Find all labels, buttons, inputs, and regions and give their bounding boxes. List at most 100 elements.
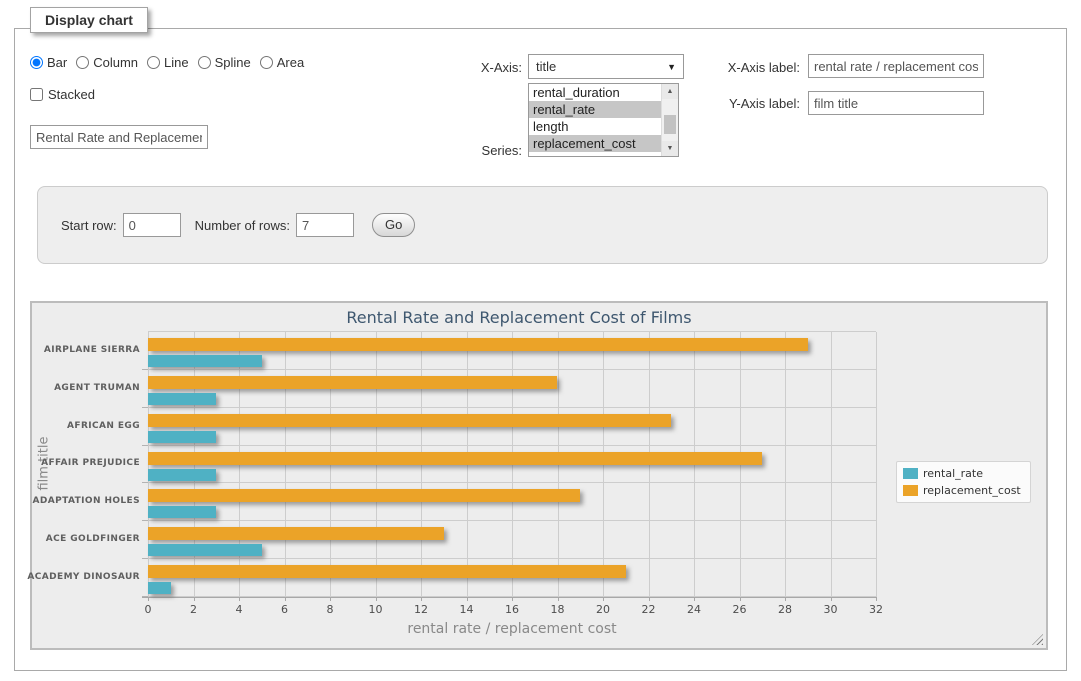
x-tick-mark bbox=[421, 597, 422, 601]
category-label: ADAPTATION HOLES bbox=[42, 482, 140, 520]
row-range-controls: Start row: Number of rows: Go bbox=[61, 213, 415, 237]
scroll-up-icon[interactable]: ▲ bbox=[662, 84, 678, 99]
x-tick-mark bbox=[194, 597, 195, 601]
go-button[interactable]: Go bbox=[372, 213, 415, 237]
legend-item-replacement_cost[interactable]: replacement_cost bbox=[903, 484, 1021, 497]
category-label: ACE GOLDFINGER bbox=[42, 520, 140, 558]
x-axis-line bbox=[142, 597, 876, 598]
legend-label: rental_rate bbox=[923, 467, 983, 480]
chart-type-radio-column[interactable] bbox=[76, 56, 89, 69]
x-tick-mark bbox=[285, 597, 286, 601]
x-tick-mark bbox=[831, 597, 832, 601]
row-range-panel: Start row: Number of rows: Go bbox=[37, 186, 1048, 264]
x-tick-label: 20 bbox=[596, 603, 610, 616]
series-option-length[interactable]: length bbox=[529, 118, 661, 135]
chevron-down-icon: ▼ bbox=[667, 62, 676, 72]
chart-type-radio-label: Line bbox=[164, 55, 189, 70]
x-tick-label: 22 bbox=[642, 603, 656, 616]
fieldset-legend: Display chart bbox=[30, 7, 148, 33]
category-label: AFFAIR PREJUDICE bbox=[42, 445, 140, 483]
stacked-checkbox[interactable] bbox=[30, 88, 43, 101]
chart-type-option-bar[interactable]: Bar bbox=[30, 55, 67, 70]
bar-replacement_cost bbox=[148, 414, 671, 427]
x-tick-mark bbox=[376, 597, 377, 601]
stacked-checkbox-row: Stacked bbox=[30, 87, 95, 102]
bar-replacement_cost bbox=[148, 338, 808, 351]
resize-handle-icon[interactable] bbox=[1032, 634, 1043, 645]
series-select-label: Series: bbox=[458, 143, 522, 158]
category-label: AFRICAN EGG bbox=[42, 407, 140, 445]
series-option-replacement_cost[interactable]: replacement_cost bbox=[529, 135, 661, 152]
listbox-scrollbar[interactable]: ▲ ▼ bbox=[661, 84, 678, 156]
x-tick-label: 30 bbox=[824, 603, 838, 616]
chart-type-radio-line[interactable] bbox=[147, 56, 160, 69]
x-tick-label: 4 bbox=[236, 603, 243, 616]
legend-label: replacement_cost bbox=[923, 484, 1021, 497]
category-row bbox=[148, 408, 876, 446]
x-tick-label: 0 bbox=[145, 603, 152, 616]
x-tick-mark bbox=[330, 597, 331, 601]
num-rows-input[interactable] bbox=[296, 213, 354, 237]
x-tick-mark bbox=[148, 597, 149, 601]
chart-title: Rental Rate and Replacement Cost of Film… bbox=[32, 308, 1006, 327]
scrollbar-track[interactable] bbox=[662, 99, 678, 141]
chart-type-radio-label: Bar bbox=[47, 55, 67, 70]
x-axis-select-label: X-Axis: bbox=[458, 60, 522, 75]
scroll-down-icon[interactable]: ▼ bbox=[662, 141, 678, 156]
scrollbar-thumb[interactable] bbox=[664, 115, 676, 134]
chart-legend: rental_rate replacement_cost bbox=[896, 461, 1031, 503]
bar-rental_rate bbox=[148, 431, 216, 443]
chart-type-radio-bar[interactable] bbox=[30, 56, 43, 69]
chart-title-input[interactable] bbox=[30, 125, 208, 149]
bar-replacement_cost bbox=[148, 452, 762, 465]
chart-type-radio-area[interactable] bbox=[260, 56, 273, 69]
bar-rental_rate bbox=[148, 582, 171, 594]
bar-replacement_cost bbox=[148, 376, 557, 389]
legend-item-rental_rate[interactable]: rental_rate bbox=[903, 467, 1021, 480]
x-tick-label: 14 bbox=[460, 603, 474, 616]
bar-rental_rate bbox=[148, 355, 262, 367]
x-axis-select-value: title bbox=[536, 59, 667, 74]
chart-type-option-line[interactable]: Line bbox=[147, 55, 189, 70]
x-axis-select[interactable]: title ▼ bbox=[528, 54, 684, 79]
x-tick-label: 26 bbox=[733, 603, 747, 616]
series-option-rental_duration[interactable]: rental_duration bbox=[529, 84, 661, 101]
x-tick-label: 6 bbox=[281, 603, 288, 616]
x-tick-mark bbox=[558, 597, 559, 601]
chart-type-radio-group: Bar Column Line Spline Area bbox=[30, 55, 304, 70]
chart-x-axis-title: rental rate / replacement cost bbox=[148, 621, 876, 637]
y-axis-label-input[interactable] bbox=[808, 91, 984, 115]
x-tick-label: 12 bbox=[414, 603, 428, 616]
x-tick-mark bbox=[603, 597, 604, 601]
x-tick-label: 18 bbox=[551, 603, 565, 616]
x-tick-mark bbox=[467, 597, 468, 601]
x-tick-mark bbox=[876, 597, 877, 601]
start-row-input[interactable] bbox=[123, 213, 181, 237]
chart-type-radio-spline[interactable] bbox=[198, 56, 211, 69]
start-row-label: Start row: bbox=[61, 218, 117, 233]
category-row bbox=[148, 483, 876, 521]
bar-replacement_cost bbox=[148, 527, 444, 540]
category-row bbox=[148, 370, 876, 408]
category-label: AIRPLANE SIERRA bbox=[42, 331, 140, 369]
stacked-label: Stacked bbox=[48, 87, 95, 102]
category-label: ACADEMY DINOSAUR bbox=[42, 558, 140, 596]
chart-type-option-spline[interactable]: Spline bbox=[198, 55, 251, 70]
series-multiselect[interactable]: rental_durationrental_ratelengthreplacem… bbox=[528, 83, 679, 157]
chart-type-option-column[interactable]: Column bbox=[76, 55, 138, 70]
bar-rental_rate bbox=[148, 469, 216, 481]
x-tick-mark bbox=[785, 597, 786, 601]
legend-swatch-icon bbox=[903, 485, 918, 496]
x-tick-label: 2 bbox=[190, 603, 197, 616]
category-row bbox=[148, 521, 876, 559]
chart-type-option-area[interactable]: Area bbox=[260, 55, 304, 70]
x-tick-mark bbox=[649, 597, 650, 601]
plot-area: 02468101214161820222426283032 bbox=[148, 331, 876, 597]
x-tick-mark bbox=[740, 597, 741, 601]
category-row bbox=[148, 332, 876, 370]
chart-type-radio-label: Spline bbox=[215, 55, 251, 70]
series-option-rental_rate[interactable]: rental_rate bbox=[529, 101, 661, 118]
x-tick-mark bbox=[512, 597, 513, 601]
num-rows-label: Number of rows: bbox=[195, 218, 290, 233]
x-axis-label-input[interactable] bbox=[808, 54, 984, 78]
